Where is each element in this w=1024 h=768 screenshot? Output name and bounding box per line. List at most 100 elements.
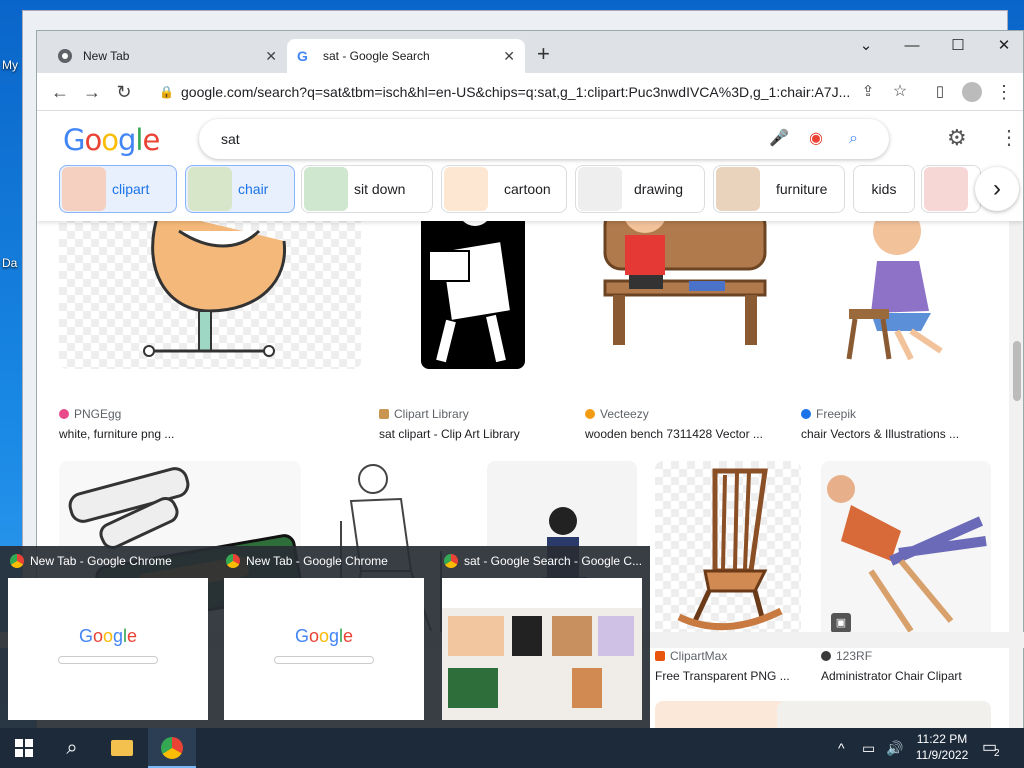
result-source[interactable]: Vecteezy — [585, 407, 649, 421]
chevron-right-icon[interactable]: › — [975, 167, 1019, 211]
preview-window[interactable]: sat - Google Search - Google C... — [434, 546, 650, 728]
preview-title: New Tab - Google Chrome — [10, 554, 210, 568]
result-title[interactable]: Administrator Chair Clipart — [821, 669, 962, 683]
chip-thumbnail — [188, 167, 232, 211]
source-name: Freepik — [816, 407, 857, 421]
search-query: sat — [221, 131, 240, 147]
mini-image — [598, 616, 634, 656]
chip-label: kids — [871, 181, 897, 197]
result-title[interactable]: wooden bench 7311428 Vector ... — [585, 427, 763, 441]
rocking-chair-illustration — [677, 468, 783, 631]
chip-label: furniture — [776, 181, 828, 197]
windows-start-icon[interactable] — [0, 728, 48, 768]
chip-thumbnail — [924, 167, 968, 211]
bookmark-star-icon[interactable]: ☆ — [887, 79, 913, 105]
chip-label: sit down — [354, 181, 406, 197]
mini-image — [448, 616, 504, 656]
tab-new-tab[interactable]: New Tab ✕ — [47, 39, 287, 73]
close-window-button[interactable]: ✕ — [981, 35, 1023, 57]
forward-button[interactable]: → — [79, 79, 105, 105]
preview-window[interactable]: New Tab - Google Chrome Google — [216, 546, 432, 728]
result-title[interactable]: Free Transparent PNG ... — [655, 669, 790, 683]
google-header: Google sat 🎤 ◉ ⌕ ⚙ ⋮ clipart chair sit d… — [37, 111, 1023, 221]
file-explorer-icon[interactable] — [98, 728, 146, 768]
notifications-icon[interactable]: ▭ 2 — [982, 728, 1000, 768]
result-title[interactable]: chair Vectors & Illustrations ... — [801, 427, 959, 441]
result-source[interactable]: 123RF — [821, 649, 872, 663]
result-source[interactable]: Clipart Library — [379, 407, 469, 421]
scrollbar[interactable] — [1009, 221, 1023, 729]
tab-search[interactable]: G sat - Google Search ✕ — [287, 39, 525, 73]
chip-thumbnail — [62, 167, 106, 211]
search-icon[interactable]: ⌕ — [849, 119, 858, 159]
source-name: ClipartMax — [670, 649, 728, 663]
source-name: PNGEgg — [74, 407, 122, 421]
taskbar: ⌕ ^ ▭ 🔊 11:22 PM 11/9/2022 ▭ 2 — [0, 728, 1024, 768]
tab-title: New Tab — [83, 49, 130, 63]
google-logo[interactable]: Google — [63, 123, 160, 157]
volume-icon[interactable]: 🔊 — [886, 728, 903, 768]
chip-cartoon[interactable]: cartoon — [441, 165, 567, 213]
chip-kids[interactable]: kids — [853, 165, 915, 213]
chip-clipart[interactable]: clipart — [59, 165, 177, 213]
preview-thumbnail: Google — [8, 578, 208, 720]
chip-thumbnail — [304, 167, 348, 211]
gear-icon[interactable]: ⚙ — [947, 125, 967, 151]
chip-drawing[interactable]: drawing — [575, 165, 705, 213]
result-image[interactable] — [655, 461, 801, 641]
desktop-icon-label[interactable]: Da — [2, 256, 17, 270]
result-source[interactable]: PNGEgg — [59, 407, 121, 421]
chip-label: cartoon — [504, 181, 551, 197]
reload-button[interactable]: ↻ — [111, 79, 137, 105]
mini-search-bar — [274, 656, 374, 664]
tab-bar: New Tab ✕ G sat - Google Search ✕ + ⌄ — … — [37, 31, 1023, 73]
scrollbar-thumb[interactable] — [1013, 341, 1021, 401]
chip-thumbnail — [716, 167, 760, 211]
preview-thumbnail: Google — [224, 578, 424, 720]
preview-window[interactable]: New Tab - Google Chrome Google — [0, 546, 216, 728]
new-tab-button[interactable]: + — [537, 43, 550, 65]
apps-grid-icon[interactable]: ⋮ — [999, 125, 1019, 150]
chrome-icon — [10, 554, 24, 568]
share-icon[interactable]: ⇪ — [855, 79, 881, 105]
camera-lens-icon[interactable]: ◉ — [809, 119, 823, 159]
menu-kebab-icon[interactable]: ⋮ — [991, 79, 1017, 105]
chip-sit-down[interactable]: sit down — [301, 165, 433, 213]
google-logo: Google — [78, 626, 138, 646]
toolbar: ← → ↻ 🔒 google.com/search?q=sat&tbm=isch… — [37, 73, 1023, 111]
preview-thumbnail — [442, 578, 642, 720]
clock[interactable]: 11:22 PM 11/9/2022 — [912, 731, 972, 763]
profile-avatar-icon[interactable] — [959, 79, 985, 105]
chip-thumbnail — [578, 167, 622, 211]
chrome-taskbar-icon[interactable] — [148, 728, 196, 768]
vecteezy-favicon-icon — [585, 409, 595, 419]
chip-furniture[interactable]: furniture — [713, 165, 845, 213]
chip-more[interactable] — [921, 165, 981, 213]
source-name: 123RF — [836, 649, 873, 663]
search-input[interactable]: sat 🎤 ◉ ⌕ — [199, 119, 889, 159]
result-title[interactable]: white, furniture png ... — [59, 427, 174, 441]
clipartmax-favicon-icon — [655, 651, 665, 661]
result-source[interactable]: ClipartMax — [655, 649, 727, 663]
result-title[interactable]: sat clipart - Clip Art Library — [379, 427, 520, 441]
result-source[interactable]: Freepik — [801, 407, 856, 421]
result-image[interactable] — [777, 701, 991, 729]
close-icon[interactable]: ✕ — [503, 48, 515, 65]
search-icon[interactable]: ⌕ — [48, 728, 96, 768]
desktop-icon-label[interactable]: My — [2, 58, 18, 72]
side-panel-icon[interactable]: ▯ — [927, 79, 953, 105]
tab-search-chevron-icon[interactable]: ⌄ — [843, 35, 889, 57]
close-icon[interactable]: ✕ — [265, 48, 277, 65]
minimize-button[interactable]: — — [889, 35, 935, 57]
clock-date: 11/9/2022 — [915, 748, 969, 762]
address-bar[interactable]: 🔒 google.com/search?q=sat&tbm=isch&hl=en… — [149, 77, 919, 107]
show-hidden-icons-chevron-icon[interactable]: ^ — [838, 728, 845, 768]
maximize-button[interactable]: ☐ — [935, 35, 981, 57]
microphone-icon[interactable]: 🎤 — [769, 119, 789, 159]
back-button[interactable]: ← — [47, 79, 73, 105]
chip-thumbnail — [444, 167, 488, 211]
result-image[interactable]: ▣ — [821, 461, 991, 641]
chip-chair[interactable]: chair — [185, 165, 295, 213]
network-icon[interactable]: ▭ — [862, 728, 875, 768]
source-name: Clipart Library — [394, 407, 469, 421]
